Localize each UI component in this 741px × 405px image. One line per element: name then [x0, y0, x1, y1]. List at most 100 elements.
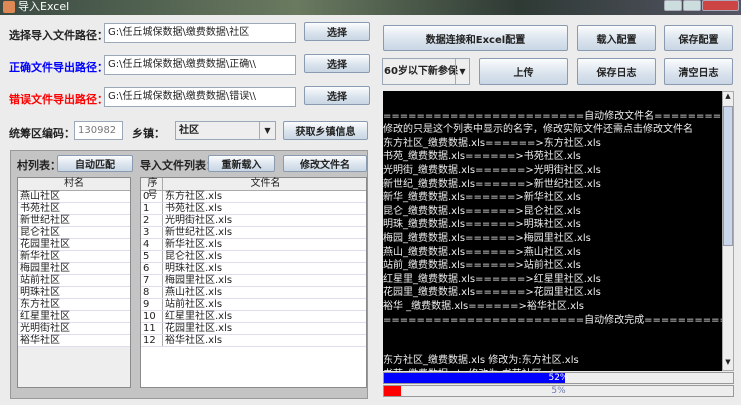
village-table-header: 村名 [18, 178, 130, 191]
save-config-button[interactable]: 保存配置 [664, 25, 733, 51]
log-line: 燕山_缴费数据.xls======>燕山社区.xls [383, 246, 581, 258]
column-index[interactable]: 序号 [141, 178, 163, 201]
region-code-input[interactable]: 130982 [74, 121, 123, 140]
village-name: 裕华社区 [20, 335, 60, 346]
log-console[interactable]: ========================自动修改文件名=========… [383, 91, 723, 371]
type-select-value: 60岁以下新参保 [384, 66, 458, 77]
file-name: 站前社区.xls [165, 299, 223, 310]
choose-path-button[interactable]: 选择 [304, 86, 370, 105]
table-row[interactable]: 东方社区 [18, 299, 130, 311]
table-row[interactable]: 6 明珠社区.xls [141, 263, 366, 275]
table-row[interactable]: 7 梅园里社区.xls [141, 275, 366, 287]
path-input[interactable]: G:\任丘城保数据\缴费数据\正确\\ [104, 55, 296, 75]
window-title: 导入Excel [18, 0, 70, 13]
table-row[interactable]: 4 新华社区.xls [141, 239, 366, 251]
column-file-name[interactable]: 文件名 [163, 178, 366, 190]
auto-match-button[interactable]: 自动匹配 [57, 155, 133, 172]
table-row[interactable]: 11 花园里社区.xls [141, 323, 366, 335]
scroll-down-icon[interactable]: ▼ [723, 358, 733, 370]
table-row[interactable]: 3 新世纪社区.xls [141, 227, 366, 239]
title-bar: 导入Excel [0, 0, 741, 15]
fetch-towns-button[interactable]: 获取乡镇信息 [283, 121, 368, 140]
file-name: 红星里社区.xls [165, 311, 233, 322]
village-name: 梅园里社区 [20, 263, 70, 274]
db-excel-config-button[interactable]: 数据连接和Excel配置 [383, 25, 568, 51]
table-row[interactable]: 裕华社区 [18, 335, 130, 347]
file-name: 新华社区.xls [165, 239, 223, 250]
table-row[interactable]: 站前社区 [18, 275, 130, 287]
table-row[interactable]: 红星里社区 [18, 311, 130, 323]
table-row[interactable]: 新华社区 [18, 251, 130, 263]
table-row[interactable]: 明珠社区 [18, 287, 130, 299]
close-button[interactable] [702, 0, 739, 11]
rename-files-button[interactable]: 修改文件名 [283, 155, 367, 172]
maximize-button[interactable] [683, 0, 701, 11]
table-row[interactable]: 2 光明街社区.xls [141, 215, 366, 227]
town-label: 乡镇： [132, 127, 165, 140]
table-row[interactable]: 12 裕华社区.xls [141, 335, 366, 347]
log-line: 花园里_缴费数据.xls======>花园里社区.xls [383, 287, 601, 299]
column-village-name[interactable]: 村名 [18, 178, 130, 190]
reload-button[interactable]: 重新载入 [208, 155, 275, 172]
save-log-button[interactable]: 保存日志 [577, 58, 656, 85]
table-row[interactable]: 8 燕山社区.xls [141, 287, 366, 299]
table-row[interactable]: 新世纪社区 [18, 215, 130, 227]
log-line: 红星里_缴费数据.xls======>红星里社区.xls [383, 273, 601, 285]
file-name: 昆仑社区.xls [165, 251, 223, 262]
table-row[interactable]: 10 红星里社区.xls [141, 311, 366, 323]
region-code-label: 统筹区编码： [9, 127, 75, 140]
table-row[interactable]: 梅园里社区 [18, 263, 130, 275]
table-row[interactable]: 花园里社区 [18, 239, 130, 251]
village-name: 昆仑社区 [20, 227, 60, 238]
log-line: 明珠_缴费数据.xls======>明珠社区.xls [383, 219, 581, 231]
choose-path-button[interactable]: 选择 [304, 22, 370, 41]
chevron-down-icon[interactable]: ▼ [259, 122, 275, 139]
file-name: 燕山社区.xls [165, 287, 223, 298]
scroll-up-icon[interactable]: ▲ [723, 92, 733, 104]
progress-bar: 5% [383, 385, 734, 397]
import-file-list-label: 导入文件列表： [140, 159, 217, 172]
type-select[interactable]: 60岁以下新参保 ▼ [382, 58, 470, 85]
table-row[interactable]: 书苑社区 [18, 203, 130, 215]
table-row[interactable]: 0 东方社区.xls [141, 191, 366, 203]
clear-log-button[interactable]: 清空日志 [664, 58, 733, 85]
log-line: ========================自动修改文件名=========… [383, 110, 723, 122]
row-index: 0 [141, 191, 163, 202]
log-line: 新华_缴费数据.xls======>新华社区.xls [383, 192, 581, 204]
minimize-button[interactable] [664, 0, 682, 11]
file-name: 裕华社区.xls [165, 335, 223, 346]
load-config-button[interactable]: 载入配置 [577, 25, 656, 51]
log-line: 东方社区_缴费数据.xls 修改为:东方社区.xls [383, 355, 579, 367]
chevron-down-icon[interactable]: ▼ [455, 59, 469, 84]
village-name: 花园里社区 [20, 239, 70, 250]
table-row[interactable]: 昆仑社区 [18, 227, 130, 239]
path-input[interactable]: G:\任丘城保数据\缴费数据\错误\\ [104, 87, 296, 107]
file-name: 梅园里社区.xls [165, 275, 233, 286]
scroll-thumb[interactable] [723, 106, 733, 246]
table-row[interactable]: 1 书苑社区.xls [141, 203, 366, 215]
row-index: 10 [141, 311, 163, 322]
file-table: 序号 文件名 0 东方社区.xls 1 书苑社区.xls 2 光明街社区.xls 3 新世纪社区… [140, 177, 367, 388]
path-input[interactable]: G:\任丘城保数据\缴费数据\社区 [104, 23, 296, 43]
table-row[interactable]: 9 站前社区.xls [141, 299, 366, 311]
village-table: 村名 燕山社区 书苑社区 新世纪社区 昆仑社区 花园里社区 新华社区 梅园里社区 站前社区 明珠… [17, 177, 131, 388]
upload-button[interactable]: 上传 [479, 58, 568, 85]
row-index: 1 [141, 203, 163, 214]
choose-path-button[interactable]: 选择 [304, 54, 370, 73]
progress-bar: 52% [383, 372, 734, 384]
town-select[interactable]: 社区 ▼ [175, 121, 276, 140]
log-line: 昆仑_缴费数据.xls======>昆仑社区.xls [383, 205, 581, 217]
progress-fill [384, 386, 402, 396]
file-name: 新世纪社区.xls [165, 227, 233, 238]
table-row[interactable]: 燕山社区 [18, 191, 130, 203]
log-line: 站前_缴费数据.xls======>站前社区.xls [383, 260, 581, 272]
path-label: 选择导入文件路径： [9, 29, 108, 42]
log-scrollbar[interactable]: ▲ ▼ [722, 91, 734, 371]
village-name: 光明街社区 [20, 323, 70, 334]
row-index: 11 [141, 323, 163, 334]
table-row[interactable]: 光明街社区 [18, 323, 130, 335]
table-row[interactable]: 5 昆仑社区.xls [141, 251, 366, 263]
